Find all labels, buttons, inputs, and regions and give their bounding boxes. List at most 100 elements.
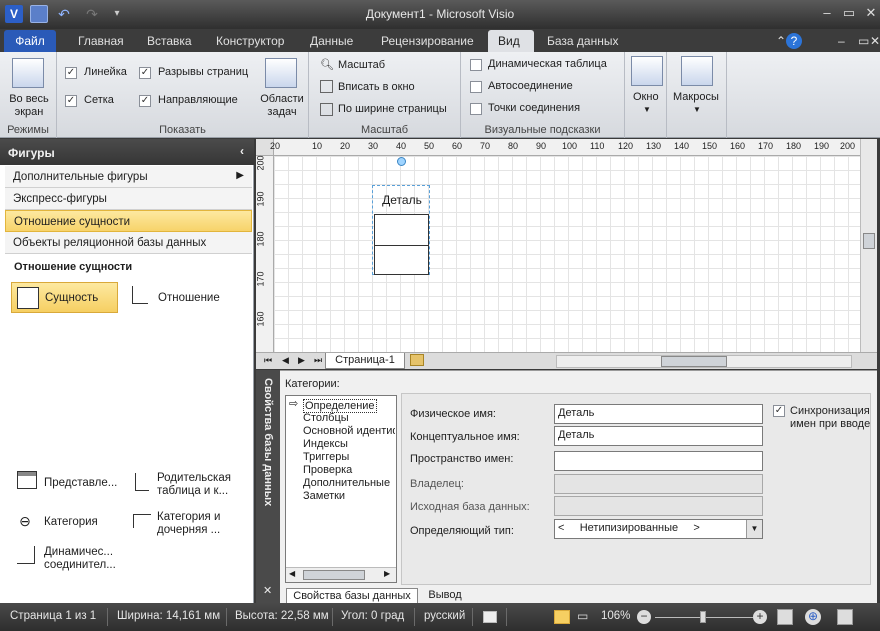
first-page-icon[interactable]: ⏮ [264, 355, 272, 366]
category-item[interactable]: Триггеры [303, 451, 349, 463]
namespace-field[interactable] [554, 451, 763, 471]
scroll-thumb[interactable] [661, 356, 727, 367]
shape-label: Динамичес... соединител... [44, 546, 116, 571]
rotation-handle-icon[interactable] [397, 157, 406, 166]
fullscreen-view-icon[interactable]: ▭ [577, 609, 588, 623]
relationship-icon [132, 286, 148, 304]
shape-category-child[interactable]: Категория и дочерняя ... [127, 511, 247, 541]
tab-review[interactable]: Рецензирование [371, 30, 484, 52]
shape-label: Представле... [44, 477, 118, 489]
fit-window-button[interactable]: Вписать в окно [338, 81, 415, 93]
task-panes-button[interactable]: Области задач [256, 93, 308, 119]
window-title: Документ1 - Microsoft Visio [365, 7, 515, 21]
zoom-level[interactable]: 106% [601, 610, 630, 622]
close-icon[interactable]: ✕ [860, 4, 880, 22]
scroll-thumb[interactable] [863, 233, 875, 249]
fullscreen-button[interactable]: Во весь экран [6, 93, 52, 119]
categories-list[interactable]: ⇨ Определение Столбцы Основной идентиф И… [285, 395, 397, 583]
stencil-label: Дополнительные фигуры [13, 171, 148, 183]
connection-points-checkbox[interactable] [470, 103, 482, 115]
db-tab-output[interactable]: Вывод [422, 589, 468, 604]
zoom-button[interactable]: Масштаб [338, 59, 385, 71]
last-page-icon[interactable]: ⏭ [314, 355, 322, 366]
normal-view-icon[interactable] [554, 610, 570, 624]
fit-page-icon[interactable] [777, 609, 793, 625]
tab-insert[interactable]: Вставка [137, 30, 202, 52]
page-tab[interactable]: Страница-1 [325, 353, 405, 369]
horizontal-scrollbar[interactable] [556, 355, 852, 368]
shape-view[interactable]: Представле... [11, 471, 126, 503]
prev-page-icon[interactable]: ◀ [282, 355, 289, 366]
shape-parent-child[interactable]: Родительская таблица и к... [127, 472, 247, 505]
stencil-entity-relationship[interactable]: Отношение сущности [5, 210, 252, 232]
pan-zoom-icon[interactable]: ⊕ [805, 609, 821, 625]
shape-category[interactable]: ⊖ Категория [11, 513, 126, 543]
switch-windows-icon[interactable] [837, 609, 853, 625]
conceptual-name-field[interactable]: Деталь [554, 426, 763, 446]
grid-checkbox[interactable]: ✓ [65, 95, 77, 107]
tab-design[interactable]: Конструктор [206, 30, 294, 52]
categories-scrollbar[interactable]: ◀ ▶ [286, 567, 396, 582]
doc-close-icon[interactable]: ✕ [860, 30, 880, 52]
category-item[interactable]: Проверка [303, 464, 352, 476]
dynamic-grid-checkbox[interactable] [470, 59, 482, 71]
next-page-icon[interactable]: ▶ [298, 355, 305, 366]
dropdown-arrow-icon[interactable]: ▼ [746, 520, 762, 538]
shape-entity[interactable]: Сущность [11, 282, 118, 313]
entity-shape[interactable]: Деталь [372, 185, 430, 275]
minimize-icon[interactable]: – [816, 4, 838, 22]
fullscreen-icon[interactable] [12, 58, 44, 88]
status-page[interactable]: Страница 1 из 1 [10, 610, 96, 622]
physical-name-field[interactable]: Деталь [554, 404, 763, 424]
horizontal-ruler: 20 10 20 30 40 50 60 70 80 90 100 110 12… [270, 139, 860, 156]
page-breaks-checkbox[interactable]: ✓ [139, 67, 151, 79]
close-pane-icon[interactable]: ✕ [263, 584, 272, 597]
tab-view[interactable]: Вид [488, 30, 534, 52]
category-item[interactable]: Столбцы [303, 412, 349, 424]
page-width-button[interactable]: По ширине страницы [338, 103, 447, 115]
stencil-quick-shapes[interactable]: Экспресс-фигуры [5, 188, 252, 210]
shape-dynamic-connector[interactable]: Динамичес... соединител... [11, 544, 126, 574]
tab-data[interactable]: Данные [300, 30, 363, 52]
tab-database[interactable]: База данных [537, 30, 628, 52]
category-item[interactable]: Индексы [303, 438, 348, 450]
db-properties-sidebar: Свойства базы данных ✕ [256, 370, 280, 603]
category-item[interactable]: Дополнительные [303, 477, 390, 489]
zoom-slider-thumb[interactable] [700, 611, 706, 623]
insert-page-icon[interactable] [410, 354, 424, 366]
zoom-out-icon[interactable]: − [637, 610, 651, 624]
db-tab-properties[interactable]: Свойства базы данных [286, 588, 418, 604]
sync-names-checkbox[interactable]: ✓ [773, 405, 785, 417]
ruler-tick: 40 [396, 141, 407, 151]
autoconnect-checkbox[interactable] [470, 81, 482, 93]
window-button[interactable]: Окно [633, 91, 659, 103]
defining-type-select[interactable]: < Нетипизированные > ▼ [554, 519, 763, 539]
scroll-thumb[interactable] [303, 570, 365, 580]
status-language[interactable]: русский [424, 610, 465, 622]
macro-record-icon[interactable] [483, 611, 497, 623]
tab-home[interactable]: Главная [68, 30, 134, 52]
category-item[interactable]: Определение [303, 399, 377, 413]
help-icon[interactable]: ? [786, 33, 802, 49]
scroll-right-icon[interactable]: ▶ [384, 569, 390, 578]
macros-icon[interactable] [681, 56, 713, 86]
stencil-relational-db[interactable]: Объекты реляционной базы данных [5, 232, 252, 254]
category-child-icon [133, 514, 151, 528]
maximize-icon[interactable]: ▭ [838, 4, 860, 22]
drawing-canvas[interactable]: Деталь [274, 156, 860, 352]
sync-names-label: Синхронизация имен при вводе [790, 405, 871, 430]
category-item[interactable]: Заметки [303, 490, 345, 502]
category-item[interactable]: Основной идентиф [303, 425, 395, 437]
zoom-in-icon[interactable]: + [753, 610, 767, 624]
tab-file[interactable]: Файл [4, 30, 56, 52]
scroll-left-icon[interactable]: ◀ [289, 569, 295, 578]
window-icon[interactable] [631, 56, 663, 86]
macros-button[interactable]: Макросы [673, 91, 719, 103]
vertical-scrollbar[interactable] [860, 139, 877, 352]
task-panes-icon[interactable] [265, 58, 297, 88]
guides-checkbox[interactable]: ✓ [139, 95, 151, 107]
stencil-more-shapes[interactable]: Дополнительные фигуры ▶ [5, 166, 252, 188]
collapse-pane-icon[interactable]: ‹ [240, 144, 244, 158]
shape-relationship[interactable]: Отношение [127, 284, 247, 315]
ruler-checkbox[interactable]: ✓ [65, 67, 77, 79]
